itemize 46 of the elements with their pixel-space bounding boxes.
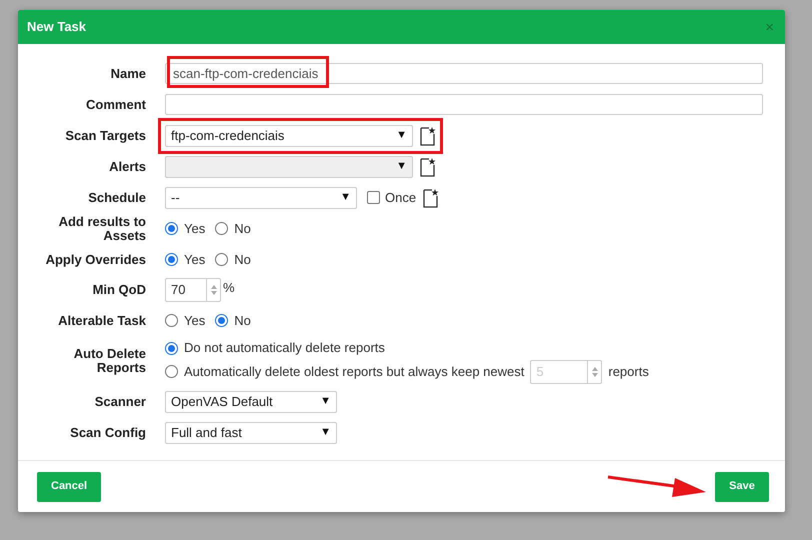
radio-label: Do not automatically delete reports bbox=[184, 339, 385, 358]
new-document-icon[interactable] bbox=[420, 126, 436, 146]
field-label: Min QoD bbox=[92, 283, 146, 297]
spin-up-icon[interactable] bbox=[210, 285, 216, 289]
field-label: Alterable Task bbox=[57, 314, 146, 328]
spin-down-icon[interactable] bbox=[592, 372, 598, 377]
radio-button[interactable] bbox=[215, 253, 228, 266]
number-input[interactable]: 70 bbox=[165, 278, 221, 302]
field-label: Name bbox=[110, 66, 146, 80]
spin-up-icon[interactable] bbox=[592, 366, 598, 371]
radio-label: Yes bbox=[184, 220, 206, 238]
radio-button[interactable] bbox=[215, 314, 228, 327]
spin-down-icon[interactable] bbox=[210, 291, 216, 295]
text-input[interactable] bbox=[165, 94, 763, 115]
field-label: Alerts bbox=[108, 160, 146, 174]
radio-label: No bbox=[234, 250, 251, 269]
radio-button[interactable] bbox=[215, 222, 228, 235]
new-document-icon[interactable] bbox=[423, 188, 440, 208]
radio-label: No bbox=[234, 312, 251, 330]
field-label: Schedule bbox=[87, 190, 146, 204]
field-label: Scan Targets bbox=[64, 128, 146, 142]
radio-button[interactable] bbox=[165, 365, 178, 378]
radio-button[interactable] bbox=[165, 222, 178, 235]
text-input[interactable]: scan-ftp-com-credenciais bbox=[165, 63, 763, 84]
field-label: Scan Config bbox=[69, 426, 146, 440]
select-dropdown[interactable]: Full and fast ▼ bbox=[165, 422, 337, 444]
radio-label: No bbox=[234, 220, 251, 238]
select-dropdown[interactable]: -- ▼ bbox=[165, 186, 357, 208]
radio-button[interactable] bbox=[165, 342, 178, 354]
suffix-label: reports bbox=[608, 363, 649, 381]
select-dropdown[interactable]: OpenVAS Default ▼ bbox=[165, 390, 337, 412]
checkbox-label: Once bbox=[385, 188, 416, 207]
field-label: Apply Overrides bbox=[44, 252, 146, 266]
unit-label: % bbox=[223, 279, 235, 297]
field-label: Auto Delete Reports bbox=[72, 347, 146, 375]
select-dropdown[interactable]: ftp-com-credenciais ▼ bbox=[165, 124, 413, 146]
radio-button[interactable] bbox=[165, 314, 178, 327]
field-label: Scanner bbox=[94, 394, 146, 408]
checkbox[interactable] bbox=[367, 191, 380, 204]
radio-label: Automatically delete oldest reports but always keep newest bbox=[184, 363, 524, 381]
radio-button[interactable] bbox=[165, 253, 178, 266]
dialog-title: New Task bbox=[27, 18, 86, 36]
field-label: Comment bbox=[85, 98, 146, 112]
radio-label: Yes bbox=[184, 250, 206, 269]
radio-label: Yes bbox=[184, 312, 206, 330]
field-label: Add results to Assets bbox=[58, 214, 146, 242]
